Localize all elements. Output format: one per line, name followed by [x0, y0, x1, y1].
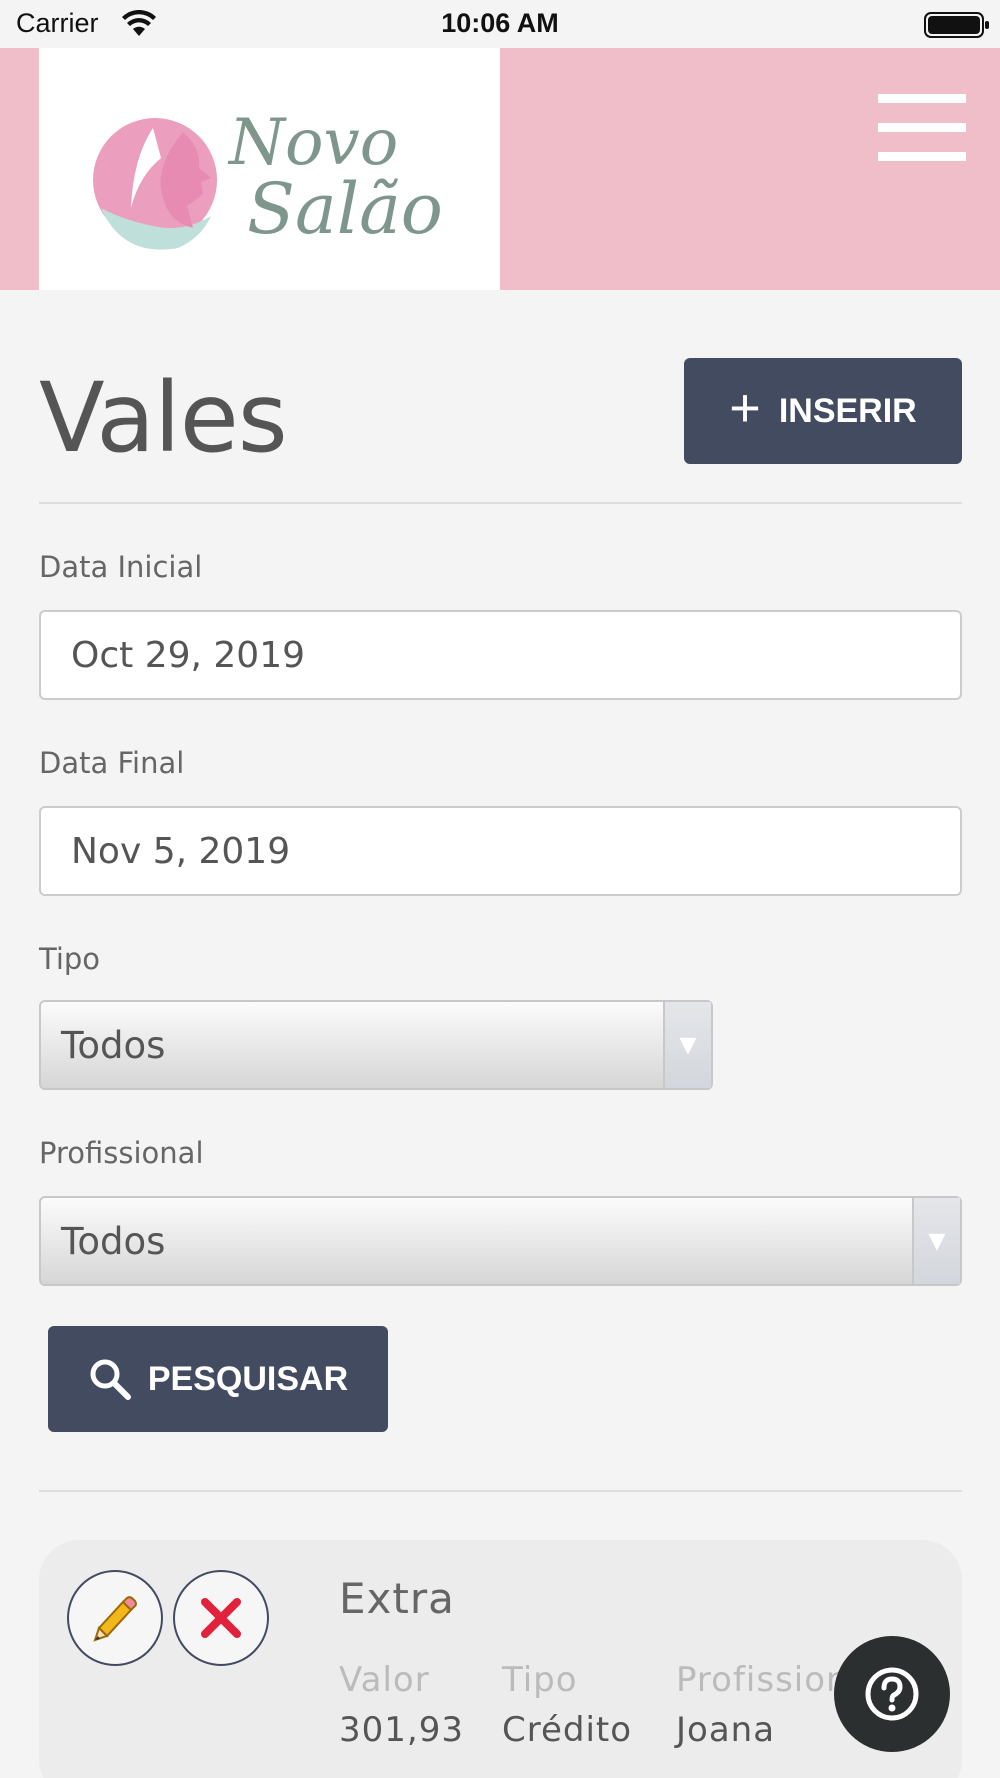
search-icon — [90, 1359, 131, 1400]
status-bar: Carrier 10:06 AM — [0, 0, 1000, 48]
professional-select-value: Todos — [61, 1219, 166, 1263]
end-date-field[interactable]: Nov 5, 2019 — [39, 806, 962, 896]
insert-button-label: INSERIR — [778, 391, 917, 430]
start-date-label: Data Inicial — [39, 550, 203, 584]
chevron-down-icon[interactable]: ▼ — [912, 1198, 960, 1284]
professional-column-value: Joana — [676, 1710, 776, 1750]
result-card: Extra Valor 301,93 Tipo Crédito Profissi… — [39, 1540, 962, 1778]
close-icon — [201, 1598, 241, 1638]
help-button[interactable] — [834, 1636, 950, 1752]
logo-text-line2: Salão — [247, 168, 443, 250]
type-column-label: Tipo — [502, 1660, 578, 1700]
edit-button[interactable] — [67, 1570, 163, 1666]
app-header: Novo Salão — [0, 48, 1000, 290]
menu-icon[interactable] — [878, 94, 966, 161]
salon-logo[interactable]: Novo Salão — [39, 48, 500, 290]
type-select[interactable]: Todos ▼ — [39, 1000, 713, 1090]
start-date-field[interactable]: Oct 29, 2019 — [39, 610, 962, 700]
logo-woman-icon — [93, 118, 217, 250]
value-column-label: Valor — [339, 1660, 430, 1700]
divider — [39, 502, 962, 504]
help-icon — [865, 1667, 919, 1721]
type-label: Tipo — [39, 942, 101, 976]
battery-icon — [924, 12, 989, 38]
professional-label: Profissional — [39, 1136, 204, 1170]
pencil-icon — [93, 1596, 137, 1642]
divider — [39, 1490, 962, 1492]
end-date-label: Data Final — [39, 746, 185, 780]
search-button[interactable]: PESQUISAR — [48, 1326, 388, 1432]
delete-button[interactable] — [173, 1570, 269, 1666]
chevron-down-icon[interactable]: ▼ — [663, 1002, 711, 1088]
insert-button[interactable]: + INSERIR — [684, 358, 962, 464]
type-column-value: Crédito — [502, 1710, 633, 1750]
result-title: Extra — [339, 1574, 455, 1623]
plus-icon: + — [729, 378, 761, 438]
professional-select[interactable]: Todos ▼ — [39, 1196, 962, 1286]
type-select-value: Todos — [61, 1023, 166, 1067]
page-title: Vales — [39, 362, 288, 474]
status-time: 10:06 AM — [441, 8, 559, 38]
value-column-value: 301,93 — [339, 1710, 464, 1750]
search-button-label: PESQUISAR — [147, 1359, 349, 1398]
